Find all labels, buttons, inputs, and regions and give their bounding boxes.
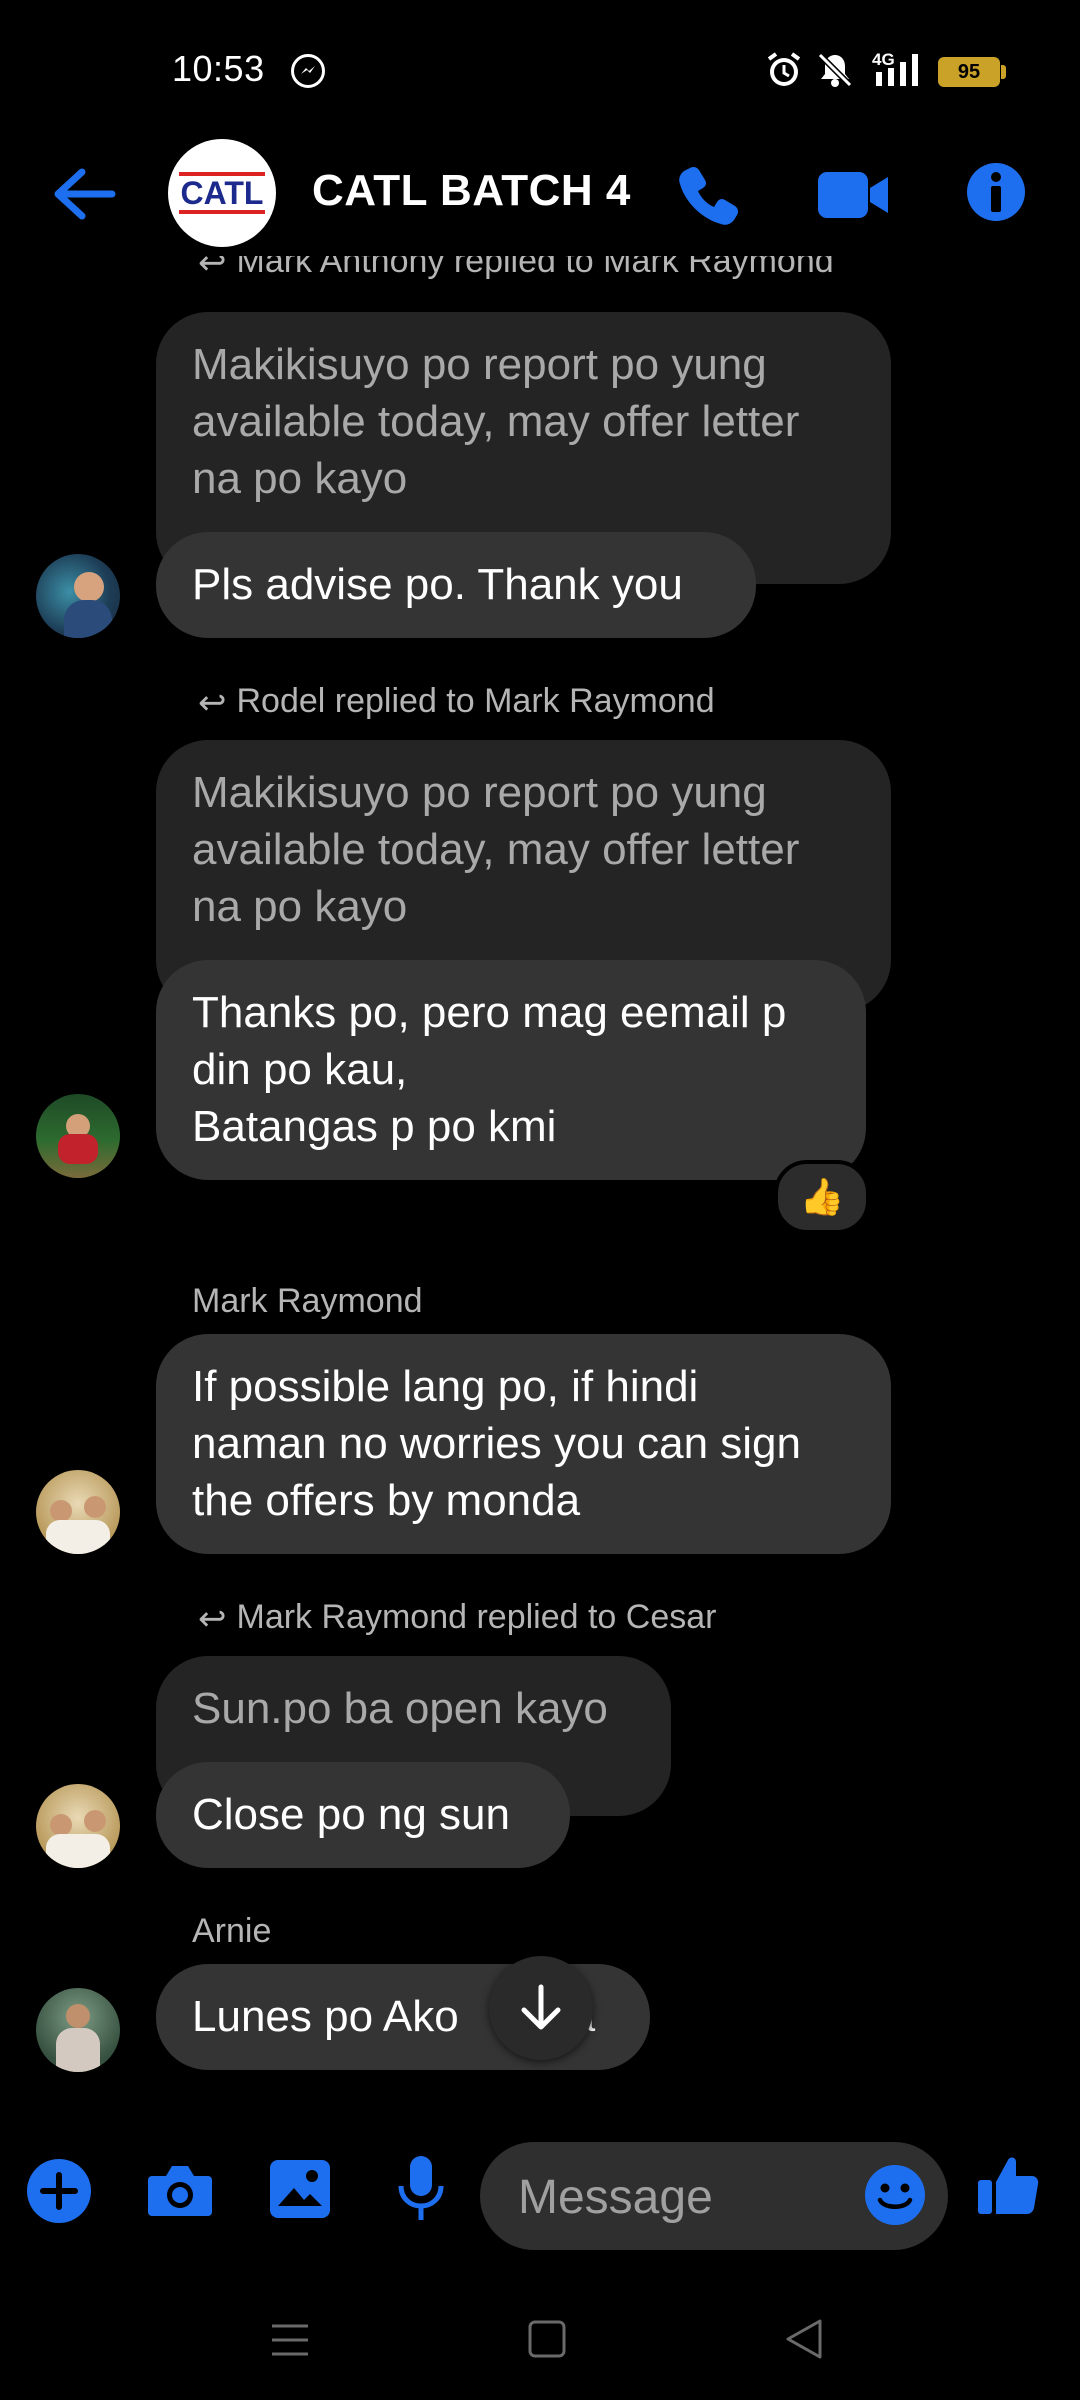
arrow-down-icon — [521, 1984, 561, 2030]
thumbs-up-icon[interactable] — [976, 2152, 1042, 2218]
video-call-icon[interactable] — [816, 170, 892, 220]
reply-note: ↩ Rodel replied to Mark Raymond — [198, 682, 715, 723]
reaction-badge[interactable]: 👍 — [774, 1160, 870, 1234]
message-bubble[interactable]: If possible lang po, if hindi naman no w… — [156, 1334, 891, 1554]
gallery-icon[interactable] — [268, 2158, 332, 2220]
sender-name: Mark Raymond — [192, 1282, 423, 1320]
camera-icon[interactable] — [146, 2162, 214, 2220]
group-avatar[interactable]: CATL — [168, 139, 276, 247]
info-icon[interactable] — [966, 162, 1026, 222]
emoji-icon[interactable] — [864, 2164, 926, 2226]
message-bubble[interactable]: Pls advise po. Thank you — [156, 532, 756, 638]
home-nav-icon[interactable] — [528, 2320, 566, 2358]
menu-nav-icon[interactable] — [270, 2322, 310, 2358]
message-line: the offers by monda — [192, 1476, 581, 1525]
avatar[interactable] — [36, 1784, 120, 1868]
muted-bell-icon — [817, 52, 853, 88]
messenger-notification-icon — [291, 54, 325, 88]
back-nav-icon[interactable] — [784, 2318, 824, 2360]
signal-icon — [876, 54, 918, 86]
avatar[interactable] — [36, 554, 120, 638]
message-line: Batangas p po kmi — [192, 1102, 557, 1151]
message-bubble[interactable]: Thanks po, pero mag eemail p din po kau,… — [156, 960, 866, 1180]
message-placeholder: Message — [518, 2171, 713, 2224]
avatar[interactable] — [36, 1470, 120, 1554]
alarm-icon — [767, 52, 801, 86]
message-line: If possible lang po, if hindi — [192, 1362, 699, 1411]
battery-tip — [1001, 65, 1006, 79]
message-line: naman no worries you can sign — [192, 1419, 801, 1468]
back-arrow-icon[interactable] — [52, 168, 116, 220]
microphone-icon[interactable] — [396, 2154, 446, 2224]
sender-name: Arnie — [192, 1912, 272, 1950]
status-time: 10:53 — [172, 48, 265, 89]
message-bubble[interactable]: Close po ng sun — [156, 1762, 570, 1868]
logo-text: CATL — [178, 172, 266, 214]
message-line: din po kau, — [192, 1045, 408, 1094]
reply-note-text: Mark Raymond replied to Cesar — [236, 1598, 717, 1636]
phone-call-icon[interactable] — [676, 164, 740, 228]
reply-note: ↩ Mark Anthony replied to Mark Raymond — [198, 256, 834, 288]
reply-note: ↩ Mark Raymond replied to Cesar — [198, 1598, 717, 1639]
battery-level: 95 — [938, 57, 1000, 87]
reply-note-text: Rodel replied to Mark Raymond — [236, 682, 715, 720]
plus-icon[interactable] — [26, 2158, 92, 2224]
reply-note-text: Mark Anthony replied to Mark Raymond — [236, 256, 834, 280]
message-line: Thanks po, pero mag eemail p — [192, 988, 787, 1037]
scroll-to-bottom-button[interactable] — [489, 1956, 593, 2060]
message-text: Lunes po Ako — [192, 1992, 459, 2041]
avatar[interactable] — [36, 1988, 120, 2072]
avatar[interactable] — [36, 1094, 120, 1178]
chat-title[interactable]: CATL BATCH 4 — [312, 166, 631, 216]
